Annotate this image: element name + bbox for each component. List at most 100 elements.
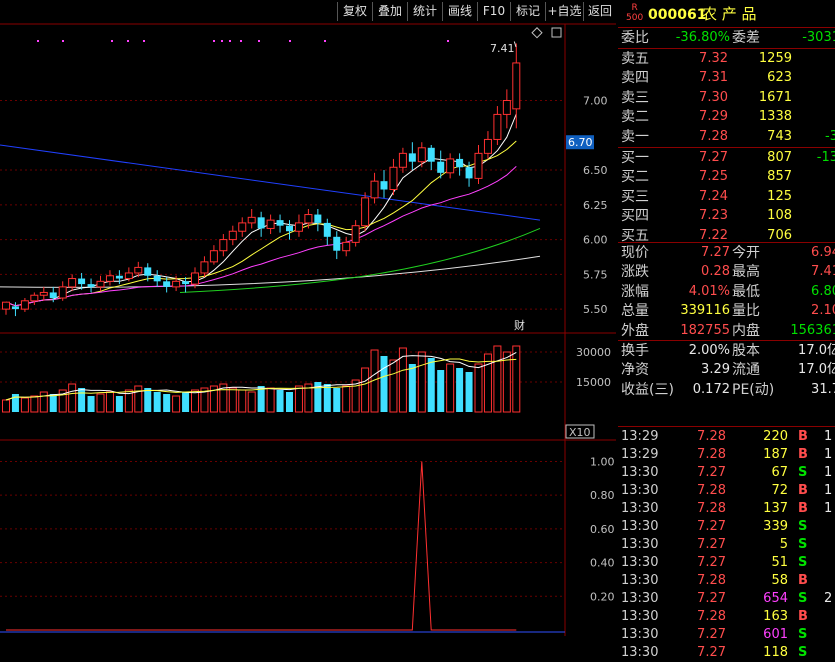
tick-side: S [798,555,808,570]
indicator-tick-label: 0.60 [590,523,615,536]
divider [618,27,835,28]
candle-body-up [294,222,303,232]
tick-price: 7.27 [697,555,726,570]
event-marker-dot [258,40,260,42]
candle-body-down [182,281,190,285]
book-row: 卖一 7.28 743 -3 [618,128,835,146]
toolbar-button-4[interactable]: F10 [477,2,510,21]
stock-name: 农 产 品 [702,5,757,23]
current-price-label: 6.70 [568,136,593,149]
high-price-annotation: 7.41 [490,42,515,55]
volume-bar-up [238,389,247,413]
panel-toggle-icon [551,27,562,38]
price-tick-label: 5.75 [583,268,608,281]
order-ratio-row: 委比 -36.80% 委差 -3031 [618,29,835,47]
divider [618,48,835,49]
tick-side: B [798,573,808,588]
fundamental-label: 净资 [621,362,649,379]
candle-body-up [474,152,483,179]
candle-body-down [408,153,416,162]
quote-row: 涨跌 0.28最高 7.41 [618,263,835,281]
candle-body-up [389,166,398,191]
volume-bar-down [456,368,464,412]
tick-price: 7.28 [697,429,726,444]
volume-bar-down [144,388,152,412]
book-price: 7.25 [699,169,728,185]
volume-bar-up [266,387,275,413]
book-volume: 623 [767,70,792,86]
tick-row: 13:30 7.27 118 S [618,644,835,662]
tick-side: B [798,447,808,462]
fundamental-row: 净资 3.29 流通 17.0亿 [618,361,835,379]
book-label: 买二 [621,169,649,186]
event-marker-dot [447,40,449,42]
tick-time: 13:30 [621,519,659,534]
toolbar-button-7[interactable]: 返回 [583,2,616,21]
toolbar-button-6[interactable]: +自选 [545,2,583,21]
kline-chart-area[interactable]: 7.00 6.50 6.25 6.00 5.75 5.50 6.70 7.41 财 30000 15… [0,0,616,636]
tick-volume: 601 [763,627,788,642]
toolbar-button-3[interactable]: 画线 [442,2,477,21]
volume-bar-up [351,379,360,413]
toolbar-button-0[interactable]: 复权 [337,2,372,21]
toolbar-button-1[interactable]: 叠加 [372,2,407,21]
candle-body-down [78,278,86,285]
tick-row: 13:30 7.28 72 B 1 [618,482,835,500]
fundamental-label: PE(动) [732,381,775,398]
book-label: 卖三 [621,89,649,106]
quote-value: 156361 [790,322,835,338]
toolbar-button-2[interactable]: 统计 [407,2,442,21]
candle-body-down [437,161,445,173]
book-volume: 743 [767,128,792,144]
quote-panel: R 500 000061 农 产 品 委比 -36.80% 委差 -3031 卖… [618,0,835,660]
candle-body-down [153,275,161,282]
chart-toolbar: 复权 叠加 统计 画线 F10 标记 +自选 返回 [0,0,616,23]
candle-body-up [105,275,114,282]
candle-body-up [39,291,48,296]
candle-body-up [58,286,67,299]
tick-volume: 163 [763,609,788,624]
book-label: 卖二 [621,109,649,126]
diff-value: -3031 [802,30,835,45]
tick-side: B [798,501,808,516]
divider [618,340,835,341]
book-volume: 1338 [758,109,792,125]
toolbar-button-5[interactable]: 标记 [510,2,545,21]
tick-side: S [798,627,808,642]
tick-time: 13:30 [621,483,659,498]
book-price: 7.28 [699,128,728,144]
tick-row: 13:30 7.27 339 S [618,518,835,536]
volume-bar-up [96,393,105,413]
candle-body-up [483,138,492,154]
tick-volume: 339 [763,519,788,534]
candle-body-up [2,301,10,310]
tick-row: 13:30 7.27 5 S [618,536,835,554]
tick-price: 7.27 [697,645,726,660]
rating-badge: R 500 [626,3,643,23]
book-price: 7.23 [699,208,728,224]
book-label: 买四 [621,208,649,225]
price-tick-label: 6.50 [583,164,608,177]
volume-bar-up [228,387,237,413]
volume-bar-down [115,396,123,412]
book-row: 买一 7.27 807 -13 [618,149,835,167]
tick-volume: 220 [763,429,788,444]
candle-body-up [134,266,143,274]
tick-time: 13:30 [621,537,659,552]
book-price: 7.24 [699,188,728,204]
tick-count: 1 [824,447,833,462]
tick-side: B [798,483,808,498]
tick-time: 13:30 [621,501,659,516]
quote-label: 涨幅 [621,283,649,300]
divider [618,242,835,243]
tick-row: 13:30 7.27 654 S 2 [618,590,835,608]
book-row: 买三 7.24 125 [618,188,835,206]
candle-body-down [276,220,284,226]
book-volume: 125 [767,188,792,204]
book-row: 卖二 7.29 1338 [618,108,835,126]
finance-marker: 财 [514,318,525,332]
candle-body-down [163,281,171,287]
tick-price: 7.27 [697,591,726,606]
volume-bar-down [323,384,331,412]
book-label: 卖四 [621,70,649,87]
